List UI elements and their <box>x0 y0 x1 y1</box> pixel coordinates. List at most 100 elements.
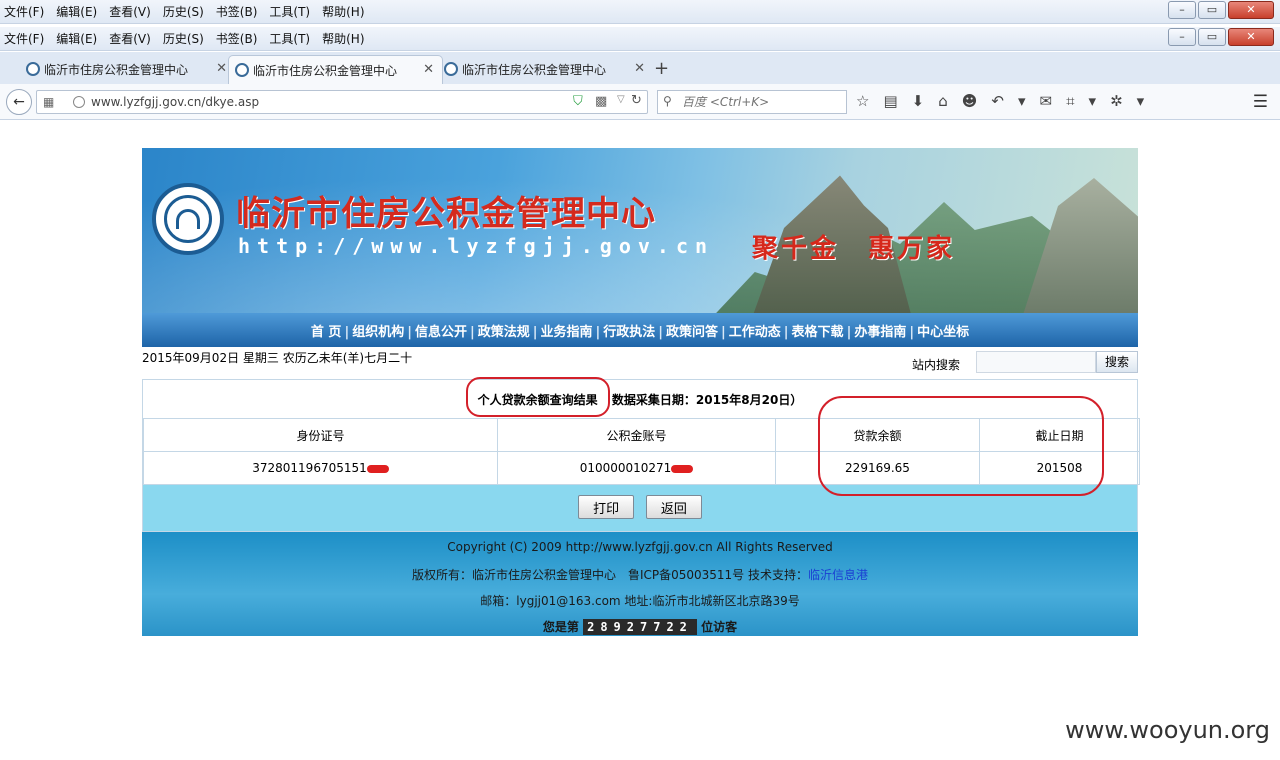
result-title-wrap: 个人贷款余额查询结果 <box>465 377 610 417</box>
menu-view[interactable]: 查看(V) <box>109 30 151 47</box>
visitor-count: 28927722 <box>583 619 697 635</box>
nav-work-news[interactable]: 工作动态 <box>728 325 782 340</box>
site-search-label: 站内搜索 <box>912 358 961 372</box>
menu-history[interactable]: 历史(S) <box>163 30 204 47</box>
info-bar: 2015年09月02日 星期三 农历乙未年(羊)七月二十 站内搜索 搜索 <box>142 347 1138 379</box>
hamburger-menu-icon[interactable]: ☰ <box>1253 92 1268 112</box>
new-tab-plus-icon[interactable]: + <box>654 58 669 79</box>
menu-file[interactable]: 文件(F) <box>4 3 44 20</box>
menu-tools[interactable]: 工具(T) <box>269 3 310 20</box>
shield-icon[interactable]: ⛉ <box>573 94 583 109</box>
window-controls-inner: – ▭ ✕ <box>1168 28 1274 46</box>
current-date: 2015年09月02日 星期三 农历乙未年(羊)七月二十 <box>142 351 413 365</box>
site-slogan: 聚千金 惠万家 <box>752 234 956 264</box>
chevron-down-icon[interactable]: ▽ <box>617 94 625 105</box>
chat-icon[interactable]: ☻ <box>962 92 978 110</box>
footer-owner: 版权所有：临沂市住房公积金管理中心 鲁ICP备05003511号 技术支持： <box>411 568 809 582</box>
menu-edit[interactable]: 编辑(E) <box>56 30 97 47</box>
nav-service-guide[interactable]: 办事指南 <box>853 325 907 340</box>
visitor-counter: 您是第 28927722 位访客 <box>142 618 1138 635</box>
tab-close-icon[interactable]: ✕ <box>216 61 227 76</box>
menu-tools[interactable]: 工具(T) <box>269 30 310 47</box>
close-icon[interactable]: ✕ <box>1228 1 1274 19</box>
site-favicon-icon <box>444 62 458 76</box>
menu-history[interactable]: 历史(S) <box>163 3 204 20</box>
menu-view[interactable]: 查看(V) <box>109 3 151 20</box>
chevron-down-icon[interactable]: ▾ <box>1018 92 1026 110</box>
visitor-suffix: 位访客 <box>701 620 738 634</box>
library-icon[interactable]: ▦ <box>43 95 54 109</box>
menu-file[interactable]: 文件(F) <box>4 30 44 47</box>
tab-3[interactable]: 临沂市住房公积金管理中心 ✕ <box>438 55 653 84</box>
nav-info-disclosure[interactable]: 信息公开 <box>414 325 468 340</box>
maximize-icon[interactable]: ▭ <box>1198 28 1226 46</box>
download-icon[interactable]: ⬇ <box>912 92 925 110</box>
nav-policy-qa[interactable]: 政策问答 <box>665 325 719 340</box>
reload-icon[interactable]: ↻ <box>631 93 642 108</box>
maximize-icon[interactable]: ▭ <box>1198 1 1226 19</box>
chevron-down-icon[interactable]: ▾ <box>1137 92 1145 110</box>
tab-2-active[interactable]: 临沂市住房公积金管理中心 ✕ <box>228 55 443 84</box>
nav-downloads[interactable]: 表格下载 <box>791 325 845 340</box>
browser-search-box[interactable]: ⚲ <box>657 90 847 114</box>
nav-separator: | <box>595 325 601 340</box>
tab-label: 临沂市住房公积金管理中心 <box>462 63 607 77</box>
cell-id-number: 372801196705151 <box>143 451 498 485</box>
tab-close-icon[interactable]: ✕ <box>634 61 645 76</box>
nav-organization[interactable]: 组织机构 <box>351 325 405 340</box>
cell-account: 010000010271 <box>497 451 776 485</box>
logo-house-icon <box>176 209 200 229</box>
tab-label: 临沂市住房公积金管理中心 <box>44 63 189 77</box>
menu-bookmarks[interactable]: 书签(B) <box>216 3 258 20</box>
nav-separator: | <box>344 325 350 340</box>
menu-list-inner: 文件(F) 编辑(E) 查看(V) 历史(S) 书签(B) 工具(T) 帮助(H… <box>4 30 365 47</box>
comment-icon[interactable]: ✉ <box>1040 92 1053 110</box>
address-bar[interactable]: ▦ www.lyzfgjj.gov.cn/dkye.asp ⛉ ▩ ▽ ↻ <box>36 90 648 114</box>
bookmark-star-icon[interactable]: ☆ <box>856 92 869 110</box>
site-search-input[interactable] <box>976 351 1096 373</box>
nav-location[interactable]: 中心坐标 <box>916 325 970 340</box>
crop-icon[interactable]: ⌗ <box>1066 92 1074 110</box>
tab-close-icon[interactable]: ✕ <box>423 62 434 77</box>
account-text: 010000010271 <box>579 461 672 475</box>
menu-help[interactable]: 帮助(H) <box>322 3 364 20</box>
home-icon[interactable]: ⌂ <box>938 92 948 110</box>
window-controls: – ▭ ✕ <box>1168 1 1274 19</box>
menu-help[interactable]: 帮助(H) <box>322 30 364 47</box>
chevron-down-icon[interactable]: ▾ <box>1089 92 1097 110</box>
back-button[interactable]: 返回 <box>645 495 702 519</box>
nav-business-guide[interactable]: 业务指南 <box>539 325 593 340</box>
undo-icon[interactable]: ↶ <box>991 92 1004 110</box>
nav-separator: | <box>846 325 852 340</box>
browser-search-input[interactable] <box>682 93 842 111</box>
print-button[interactable]: 打印 <box>578 495 635 519</box>
minimize-icon[interactable]: – <box>1168 1 1196 19</box>
qr-code-icon[interactable]: ▩ <box>595 94 607 109</box>
nav-separator: | <box>407 325 412 340</box>
redaction-mark <box>671 464 694 473</box>
data-collection-date: 数据采集日期：2015年8月20日） <box>611 393 803 407</box>
minimize-icon[interactable]: – <box>1168 28 1196 46</box>
menu-list: 文件(F) 编辑(E) 查看(V) 历史(S) 书签(B) 工具(T) 帮助(H… <box>4 3 365 20</box>
url-text[interactable]: www.lyzfgjj.gov.cn/dkye.asp <box>91 95 259 109</box>
reading-list-icon[interactable]: ▤ <box>883 92 897 110</box>
menu-edit[interactable]: 编辑(E) <box>56 3 97 20</box>
nav-separator: | <box>783 325 789 340</box>
site-favicon-icon <box>26 62 40 76</box>
tech-support-link[interactable]: 临沂信息港 <box>808 568 868 582</box>
visitor-prefix: 您是第 <box>542 620 579 634</box>
extension-icon[interactable]: ✲ <box>1110 92 1123 110</box>
nav-law-enforcement[interactable]: 行政执法 <box>602 325 656 340</box>
tab-bar: 临沂市住房公积金管理中心 ✕ 临沂市住房公积金管理中心 ✕ 临沂市住房公积金管理… <box>0 52 1280 84</box>
menu-bookmarks[interactable]: 书签(B) <box>216 30 258 47</box>
watermark: www.wooyun.org <box>1065 716 1270 744</box>
site-search-button[interactable]: 搜索 <box>1096 351 1138 373</box>
tab-1[interactable]: 临沂市住房公积金管理中心 ✕ <box>20 55 235 84</box>
id-number-text: 372801196705151 <box>252 461 367 475</box>
footer-copyright: Copyright (C) 2009 http://www.lyzfgjj.go… <box>447 540 833 554</box>
nav-home[interactable]: 首 页 <box>310 325 343 340</box>
close-icon[interactable]: ✕ <box>1228 28 1274 46</box>
tab-label: 临沂市住房公积金管理中心 <box>253 64 398 78</box>
back-arrow-icon[interactable]: ← <box>6 89 32 115</box>
nav-policies[interactable]: 政策法规 <box>477 325 531 340</box>
